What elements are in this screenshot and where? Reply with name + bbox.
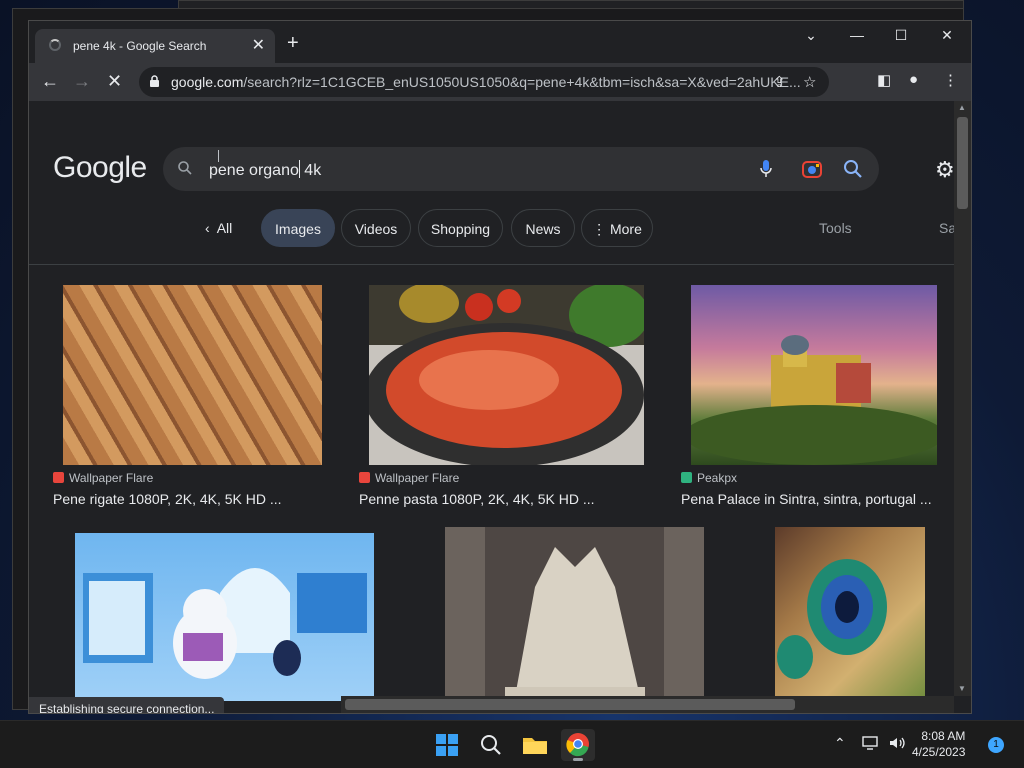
tab-close-icon[interactable]: ✕ (252, 35, 265, 55)
result-title[interactable]: Pene rigate 1080P, 2K, 4K, 5K HD ... (53, 491, 282, 507)
result-thumbnail[interactable] (691, 285, 937, 465)
source-favicon-icon (53, 472, 64, 483)
browser-window: pene 4k - Google Search ✕ + ⌄ — ☐ ✕ ← → … (28, 20, 972, 714)
search-icon (481, 735, 501, 755)
result-title[interactable]: Pena Palace in Sintra, sintra, portugal … (681, 491, 932, 507)
share-icon[interactable]: ⇪ (773, 73, 786, 91)
tools-button[interactable]: Tools (819, 220, 852, 236)
filter-more[interactable]: ⋮ More (581, 209, 653, 247)
settings-gear-icon[interactable]: ⚙ (935, 157, 954, 183)
close-window-button[interactable]: ✕ (927, 27, 967, 44)
address-bar[interactable]: google.com/search?rlz=1C1GCEB_enUS1050US… (139, 67, 829, 97)
header-divider (29, 264, 954, 265)
google-logo[interactable]: Google (53, 151, 147, 185)
result-thumbnail[interactable] (369, 285, 644, 465)
tab-search-button[interactable]: ⌄ (791, 27, 831, 44)
result-thumbnail[interactable] (63, 285, 322, 465)
filter-all[interactable]: ‹ All (205, 220, 232, 236)
voice-search-icon[interactable] (759, 159, 773, 184)
windows-logo-icon (436, 734, 458, 756)
menu-kebab-icon[interactable]: ⋮ (943, 71, 958, 89)
search-input[interactable]: pene organo 4k (163, 147, 879, 191)
result-source[interactable]: Wallpaper Flare (53, 471, 153, 485)
status-bar: Establishing secure connection... (29, 697, 225, 713)
search-submit-icon[interactable] (843, 159, 863, 184)
url-text[interactable]: google.com/search?rlz=1C1GCEB_enUS1050US… (171, 74, 801, 90)
system-clock[interactable]: 8:08 AM 4/25/2023 (912, 728, 965, 760)
loading-spinner-icon (49, 39, 61, 51)
filter-videos[interactable]: Videos (341, 209, 411, 247)
source-favicon-icon (359, 472, 370, 483)
vertical-scrollbar[interactable]: ▲ ▼ (954, 101, 971, 696)
scroll-down-icon[interactable]: ▼ (958, 684, 966, 693)
result-thumbnail[interactable] (445, 527, 704, 707)
chevron-up-icon[interactable]: ⌃ (834, 735, 846, 752)
browser-tab[interactable]: pene 4k - Google Search ✕ (35, 29, 275, 63)
search-query-text[interactable]: pene organo 4k (209, 160, 321, 180)
network-icon[interactable] (862, 735, 880, 754)
source-favicon-icon (681, 472, 692, 483)
forward-button[interactable]: → (73, 71, 91, 91)
scrollbar-thumb[interactable] (957, 117, 968, 209)
horizontal-scrollbar-thumb[interactable] (345, 699, 795, 710)
tab-title: pene 4k - Google Search (73, 39, 207, 53)
taskbar-search-button[interactable] (474, 729, 508, 761)
notification-badge[interactable]: 1 (988, 737, 1004, 753)
side-panel-icon[interactable]: ◧ (877, 71, 891, 89)
clock-date: 4/25/2023 (912, 745, 966, 759)
chrome-icon (566, 733, 589, 757)
clock-time: 8:08 AM (921, 729, 966, 743)
result-thumbnail[interactable] (75, 533, 374, 701)
start-button[interactable] (430, 729, 464, 761)
filter-images[interactable]: Images (261, 209, 335, 247)
search-results-page: Google pene organo 4k ⚙ ‹ All Images Vid… (29, 101, 954, 713)
horizontal-scrollbar[interactable] (341, 696, 954, 713)
filter-shopping[interactable]: Shopping (418, 209, 503, 247)
new-tab-button[interactable]: + (287, 33, 299, 53)
running-indicator (573, 758, 583, 761)
taskbar: ⌃ 8:08 AM 4/25/2023 1 (0, 720, 1024, 768)
camera-search-icon[interactable] (801, 159, 823, 184)
profile-icon[interactable]: ● (909, 71, 918, 88)
maximize-button[interactable]: ☐ (881, 27, 921, 44)
chrome-taskbar-button[interactable] (561, 729, 595, 761)
result-title[interactable]: Penne pasta 1080P, 2K, 4K, 5K HD ... (359, 491, 595, 507)
scroll-up-icon[interactable]: ▲ (958, 103, 966, 112)
minimize-button[interactable]: — (837, 27, 877, 43)
file-explorer-button[interactable] (518, 729, 552, 761)
result-thumbnail[interactable] (775, 527, 925, 707)
result-source[interactable]: Peakpx (681, 471, 737, 485)
volume-icon[interactable] (888, 735, 906, 754)
filter-news[interactable]: News (511, 209, 575, 247)
safesearch-button[interactable]: Sa (939, 220, 954, 236)
back-button[interactable]: ← (41, 71, 59, 91)
tab-strip: pene 4k - Google Search ✕ + ⌄ — ☐ ✕ (29, 21, 971, 63)
mouse-text-cursor (218, 150, 219, 162)
stop-loading-button[interactable]: ✕ (107, 71, 122, 91)
result-source[interactable]: Wallpaper Flare (359, 471, 459, 485)
search-icon (177, 160, 193, 181)
bookmark-star-icon[interactable]: ☆ (803, 73, 816, 91)
folder-icon (523, 738, 547, 754)
lock-icon[interactable] (149, 75, 160, 93)
browser-toolbar: ← → ✕ google.com/search?rlz=1C1GCEB_enUS… (29, 63, 971, 101)
